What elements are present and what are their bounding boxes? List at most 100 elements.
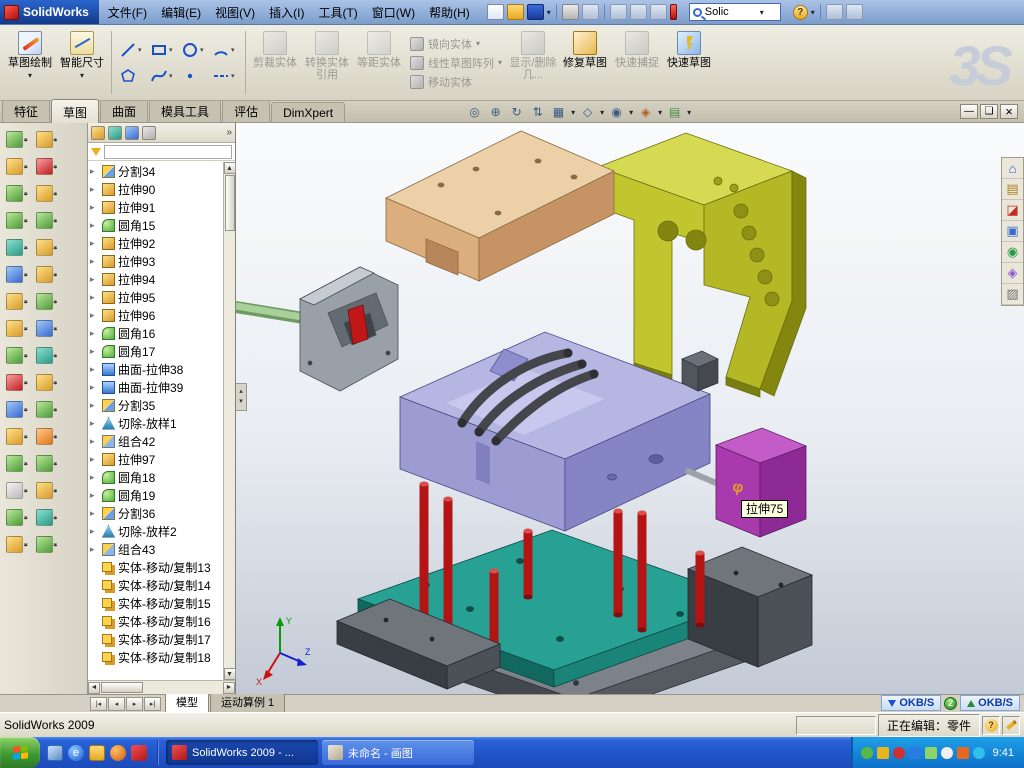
flyout-arrow-icon[interactable] — [24, 298, 28, 306]
magenta-block-part[interactable]: φ — [716, 428, 806, 537]
tray-ime-icon[interactable] — [957, 747, 969, 759]
tree-vertical-scrollbar[interactable]: ▲ ▼ — [223, 162, 235, 680]
tray-update-icon[interactable] — [877, 747, 889, 759]
next-tab-icon[interactable] — [126, 697, 143, 711]
expand-arrow-icon[interactable] — [90, 328, 99, 339]
appearances-scenes-icon[interactable] — [1002, 263, 1023, 284]
ribbon-dropdown-icon[interactable] — [80, 71, 84, 80]
feature-tool-button[interactable] — [4, 183, 30, 204]
expand-arrow-icon[interactable] — [90, 526, 99, 537]
expand-arrow-icon[interactable] — [90, 454, 99, 465]
feature-tree-item[interactable]: 实体-移动/复制15 — [88, 594, 235, 612]
model-tab[interactable]: 模型 — [165, 692, 209, 712]
scroll-left-icon[interactable]: ◄ — [88, 682, 100, 694]
flyout-arrow-icon[interactable] — [54, 325, 58, 333]
feature-tool-button[interactable] — [34, 318, 60, 339]
ribbon-button[interactable]: 快速捕捉 — [611, 27, 663, 98]
ribbon-button[interactable]: 剪裁实体 — [249, 27, 301, 98]
feature-tree-item[interactable]: 切除-放样2 — [88, 522, 235, 540]
show-desktop-icon[interactable] — [47, 745, 63, 761]
display-style-icon[interactable] — [579, 104, 596, 120]
tray-messenger-icon[interactable] — [925, 747, 937, 759]
feature-tool-button[interactable] — [4, 480, 30, 501]
feature-tool-button[interactable] — [4, 237, 30, 258]
feature-tree-item[interactable]: 曲面-拉伸38 — [88, 360, 235, 378]
ribbon-button[interactable]: 草图绘制 — [4, 27, 56, 98]
feature-tool-button[interactable] — [4, 399, 30, 420]
feature-tree-item[interactable]: 实体-移动/复制13 — [88, 558, 235, 576]
feature-tool-button[interactable] — [34, 291, 60, 312]
arc-tool-icon[interactable] — [210, 37, 240, 62]
flyout-arrow-icon[interactable] — [54, 244, 58, 252]
feature-tree-item[interactable]: 实体-移动/复制14 — [88, 576, 235, 594]
menu-item[interactable]: 窗口(W) — [365, 1, 422, 24]
flyout-arrow-icon[interactable] — [24, 325, 28, 333]
flyout-arrow-icon[interactable] — [54, 541, 58, 549]
feature-tree-item[interactable]: 圆角19 — [88, 486, 235, 504]
flyout-arrow-icon[interactable] — [24, 136, 28, 144]
options-icon[interactable] — [650, 4, 667, 20]
feature-tool-button[interactable] — [4, 210, 30, 231]
command-tab[interactable]: DimXpert — [271, 102, 345, 122]
folder-shortcut-icon[interactable] — [89, 745, 105, 761]
model-tab[interactable]: 运动算例 1 — [210, 692, 285, 712]
expand-arrow-icon[interactable] — [90, 166, 99, 177]
custom-properties-icon[interactable] — [1002, 284, 1023, 305]
command-tab[interactable]: 草图 — [51, 99, 99, 123]
file-explorer-icon[interactable] — [1002, 200, 1023, 221]
scroll-thumb[interactable] — [101, 682, 143, 693]
expand-arrow-icon[interactable] — [90, 436, 99, 447]
expand-arrow-icon[interactable] — [90, 220, 99, 231]
flyout-arrow-icon[interactable] — [54, 352, 58, 360]
feature-tool-button[interactable] — [34, 345, 60, 366]
flyout-arrow-icon[interactable] — [24, 514, 28, 522]
ribbon-button[interactable]: 智能尺寸 — [56, 27, 108, 98]
undo-icon[interactable] — [610, 4, 627, 20]
feature-tool-button[interactable] — [34, 507, 60, 528]
expand-arrow-icon[interactable] — [90, 544, 99, 555]
flyout-arrow-icon[interactable] — [54, 487, 58, 495]
tree-horizontal-scrollbar[interactable]: ◄ ► — [88, 680, 235, 694]
solidworks-rx-icon[interactable] — [670, 4, 677, 20]
save-icon[interactable] — [527, 4, 544, 20]
flyout-arrow-icon[interactable] — [24, 460, 28, 468]
print-preview-icon[interactable] — [582, 4, 599, 20]
feature-tool-button[interactable] — [4, 264, 30, 285]
pan-icon[interactable] — [529, 104, 546, 120]
flyout-arrow-icon[interactable] — [24, 190, 28, 198]
tray-sync-icon[interactable] — [973, 747, 985, 759]
flyout-arrow-icon[interactable] — [24, 163, 28, 171]
menu-item[interactable]: 文件(F) — [101, 1, 154, 24]
feature-tool-button[interactable] — [4, 534, 30, 555]
feature-tool-button[interactable] — [4, 156, 30, 177]
expand-arrow-icon[interactable] — [90, 256, 99, 267]
command-tab[interactable]: 模具工具 — [149, 99, 221, 122]
task-button[interactable]: SolidWorks 2009 - ... — [166, 740, 318, 765]
ribbon-stack-button[interactable]: 镜向实体 — [410, 36, 502, 52]
hide-show-dropdown-icon[interactable] — [629, 108, 633, 117]
scroll-up-icon[interactable]: ▲ — [224, 162, 236, 174]
expand-arrow-icon[interactable] — [90, 490, 99, 501]
feature-tool-button[interactable] — [34, 399, 60, 420]
expand-arrow-icon[interactable] — [90, 202, 99, 213]
flyout-arrow-icon[interactable] — [24, 352, 28, 360]
command-tab[interactable]: 特征 — [2, 99, 50, 122]
more-tabs-icon[interactable] — [226, 127, 232, 138]
rotate-view-icon[interactable] — [508, 104, 525, 120]
fullscreen-icon[interactable] — [826, 4, 843, 20]
feature-tool-button[interactable] — [34, 372, 60, 393]
flyout-arrow-icon[interactable] — [54, 433, 58, 441]
circle-tool-icon[interactable] — [179, 37, 209, 62]
feature-tree-item[interactable]: 分割36 — [88, 504, 235, 522]
feature-tool-button[interactable] — [34, 237, 60, 258]
expand-arrow-icon[interactable] — [90, 508, 99, 519]
centerline-tool-icon[interactable] — [210, 63, 240, 88]
expand-arrow-icon[interactable] — [90, 238, 99, 249]
zoom-area-icon[interactable] — [487, 104, 504, 120]
search-dropdown-icon[interactable] — [760, 8, 764, 17]
expand-arrow-icon[interactable] — [90, 292, 99, 303]
feature-tree-tab-icon[interactable] — [91, 126, 105, 140]
feature-tree-item[interactable]: 组合42 — [88, 432, 235, 450]
polygon-tool-icon[interactable] — [117, 63, 147, 88]
help-icon[interactable]: ? — [793, 5, 808, 20]
